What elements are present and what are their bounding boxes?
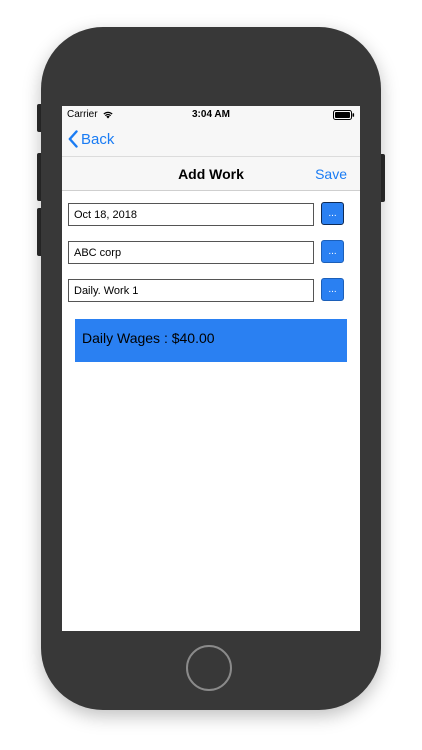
home-button[interactable] xyxy=(186,645,232,691)
back-label: Back xyxy=(81,130,115,148)
work-picker-button[interactable]: ... xyxy=(321,278,344,301)
navigation-bar: Add Work Save xyxy=(62,156,360,191)
device-frame-stage: Carrier 3:04 AM Back Add Work Save Oct 1… xyxy=(0,0,422,750)
back-button[interactable]: Back xyxy=(68,130,114,148)
app-screen: Carrier 3:04 AM Back Add Work Save Oct 1… xyxy=(62,106,360,631)
battery-icon xyxy=(333,110,355,120)
date-field[interactable] xyxy=(68,203,314,226)
status-time: 3:04 AM xyxy=(192,109,230,120)
chevron-left-icon xyxy=(68,130,78,148)
navigation-back-row: Back xyxy=(62,124,360,156)
date-picker-button[interactable]: ... xyxy=(321,202,344,225)
work-field[interactable] xyxy=(68,279,314,302)
company-field[interactable] xyxy=(68,241,314,264)
status-bar: Carrier 3:04 AM xyxy=(62,106,360,124)
daily-wages-label: Daily Wages : $40.00 xyxy=(82,330,215,346)
save-button[interactable]: Save xyxy=(315,166,347,182)
company-picker-button[interactable]: ... xyxy=(321,240,344,263)
daily-wages-banner: Daily Wages : $40.00 xyxy=(75,319,347,362)
